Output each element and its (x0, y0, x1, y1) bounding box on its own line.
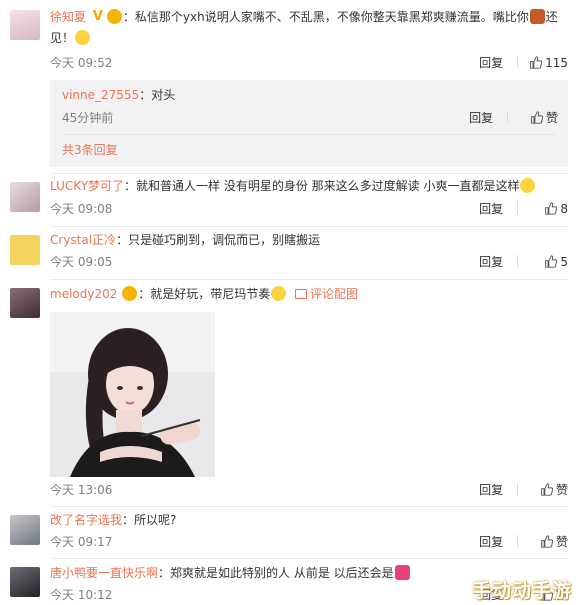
thumbs-up-icon (541, 483, 554, 496)
sub-reply-text: vinne_27555：对头 (62, 86, 175, 104)
comment-text: melody202 ：就是好玩，带尼玛节奏 评论配图 (50, 284, 568, 305)
comment-meta: 今天 13:06 回复 赞 (50, 481, 568, 499)
divider (62, 134, 556, 135)
like-button[interactable]: 赞 (530, 109, 558, 127)
comment-photo[interactable] (50, 312, 215, 477)
image-icon (295, 289, 308, 299)
reply-button[interactable]: 回复 (479, 481, 518, 499)
username[interactable]: LUCKY梦可了 (50, 179, 124, 193)
comment-body: ：就和普通人一样 没有明星的身份 那来这么多过度解读 小爽一直都是这样 (124, 179, 520, 193)
comment-picture-link[interactable]: 评论配图 (295, 287, 358, 301)
reply-button[interactable]: 回复 (479, 533, 518, 551)
verified-badge-icon: V (92, 9, 103, 24)
divider (50, 226, 568, 227)
comment-body-line2: 见！ (50, 31, 75, 45)
watermark: 手动动手游 (471, 580, 572, 602)
more-replies-link[interactable]: 共3条回复 (62, 141, 118, 159)
divider (50, 173, 568, 174)
thumbs-up-icon (530, 56, 543, 69)
timestamp: 今天 13:06 (50, 483, 113, 497)
comment-text: LUCKY梦可了：就和普通人一样 没有明星的身份 那来这么多过度解读 小爽一直都… (50, 176, 568, 197)
reply-button[interactable]: 回复 (479, 253, 518, 271)
like-button[interactable]: 5 (544, 253, 568, 271)
member-badge-icon (106, 9, 122, 24)
comment-body: ：只是碰巧刷到，调侃而已，别瞎搬运 (116, 233, 321, 247)
comment-meta: 今天 09:05 回复 5 (50, 253, 568, 271)
username[interactable]: 改了名字选我 (50, 513, 122, 527)
sub-reply-box: vinne_27555：对头 45分钟前 回复 赞 共3条回复 (50, 80, 568, 167)
portrait-image (50, 312, 215, 477)
avatar[interactable] (10, 288, 40, 318)
comment-body: ：私信那个yxh说明人家嘴不、不乱黑，不像你整天靠黑郑爽赚流量。嘴比你 (122, 10, 529, 24)
emoji-icon (529, 9, 545, 24)
divider (50, 558, 568, 559)
comment-text: Crystal正冷：只是碰巧刷到，调侃而已，别瞎搬运 (50, 230, 568, 251)
comment-meta: 今天 09:52 回复 115 (50, 54, 568, 72)
sub-reply-meta: 45分钟前 回复 赞 (62, 109, 558, 127)
timestamp: 今天 09:17 (50, 535, 113, 549)
username[interactable]: 唐小鸭要一直快乐啊 (50, 566, 158, 580)
thumbs-up-icon (531, 111, 544, 124)
reply-button[interactable]: 回复 (479, 200, 518, 218)
avatar[interactable] (10, 235, 40, 265)
timestamp: 今天 09:05 (50, 255, 113, 269)
thumbs-up-icon (545, 255, 558, 268)
reply-button[interactable]: 回复 (469, 109, 508, 127)
emoji-icon (271, 286, 287, 301)
comment-body: ：就是好玩，带尼玛节奏 (138, 287, 271, 301)
comment-meta: 今天 09:17 回复 赞 (50, 533, 568, 551)
avatar[interactable] (10, 515, 40, 545)
avatar[interactable] (10, 182, 40, 212)
comment-body: ：所以呢? (122, 513, 177, 527)
avatar[interactable] (10, 567, 40, 597)
timestamp: 今天 09:52 (50, 56, 113, 70)
emoji-icon (75, 30, 91, 45)
thumbs-up-icon (545, 202, 558, 215)
username[interactable]: 徐知夏 (50, 10, 86, 24)
like-button[interactable]: 赞 (540, 533, 568, 551)
thumbs-up-icon (541, 535, 554, 548)
divider (50, 506, 568, 507)
comment-text: 徐知夏 V ：私信那个yxh说明人家嘴不、不乱黑，不像你整天靠黑郑爽赚流量。嘴比你… (50, 7, 568, 49)
username[interactable]: Crystal正冷 (50, 233, 116, 247)
comment-body-end: 还 (545, 10, 558, 24)
username[interactable]: vinne_27555 (62, 88, 139, 102)
like-button[interactable]: 赞 (540, 481, 568, 499)
comment-text: 改了名字选我：所以呢? (50, 510, 568, 531)
reply-button[interactable]: 回复 (479, 54, 518, 72)
sub-reply-body: ：对头 (139, 88, 176, 102)
timestamp: 今天 09:08 (50, 202, 113, 216)
timestamp: 今天 10:12 (50, 588, 113, 602)
divider (50, 279, 568, 280)
comment-body: ：郑爽就是如此特别的人 从前是 以后还会是 (158, 566, 394, 580)
like-button[interactable]: 8 (544, 200, 568, 218)
timestamp: 45分钟前 (62, 111, 114, 125)
username[interactable]: melody202 (50, 287, 117, 301)
emoji-icon (520, 178, 536, 193)
comment-meta: 今天 09:08 回复 8 (50, 200, 568, 218)
avatar[interactable] (10, 10, 40, 40)
member-badge-icon (122, 286, 138, 301)
heart-emoji-icon (394, 565, 410, 580)
like-button[interactable]: 115 (529, 54, 568, 72)
